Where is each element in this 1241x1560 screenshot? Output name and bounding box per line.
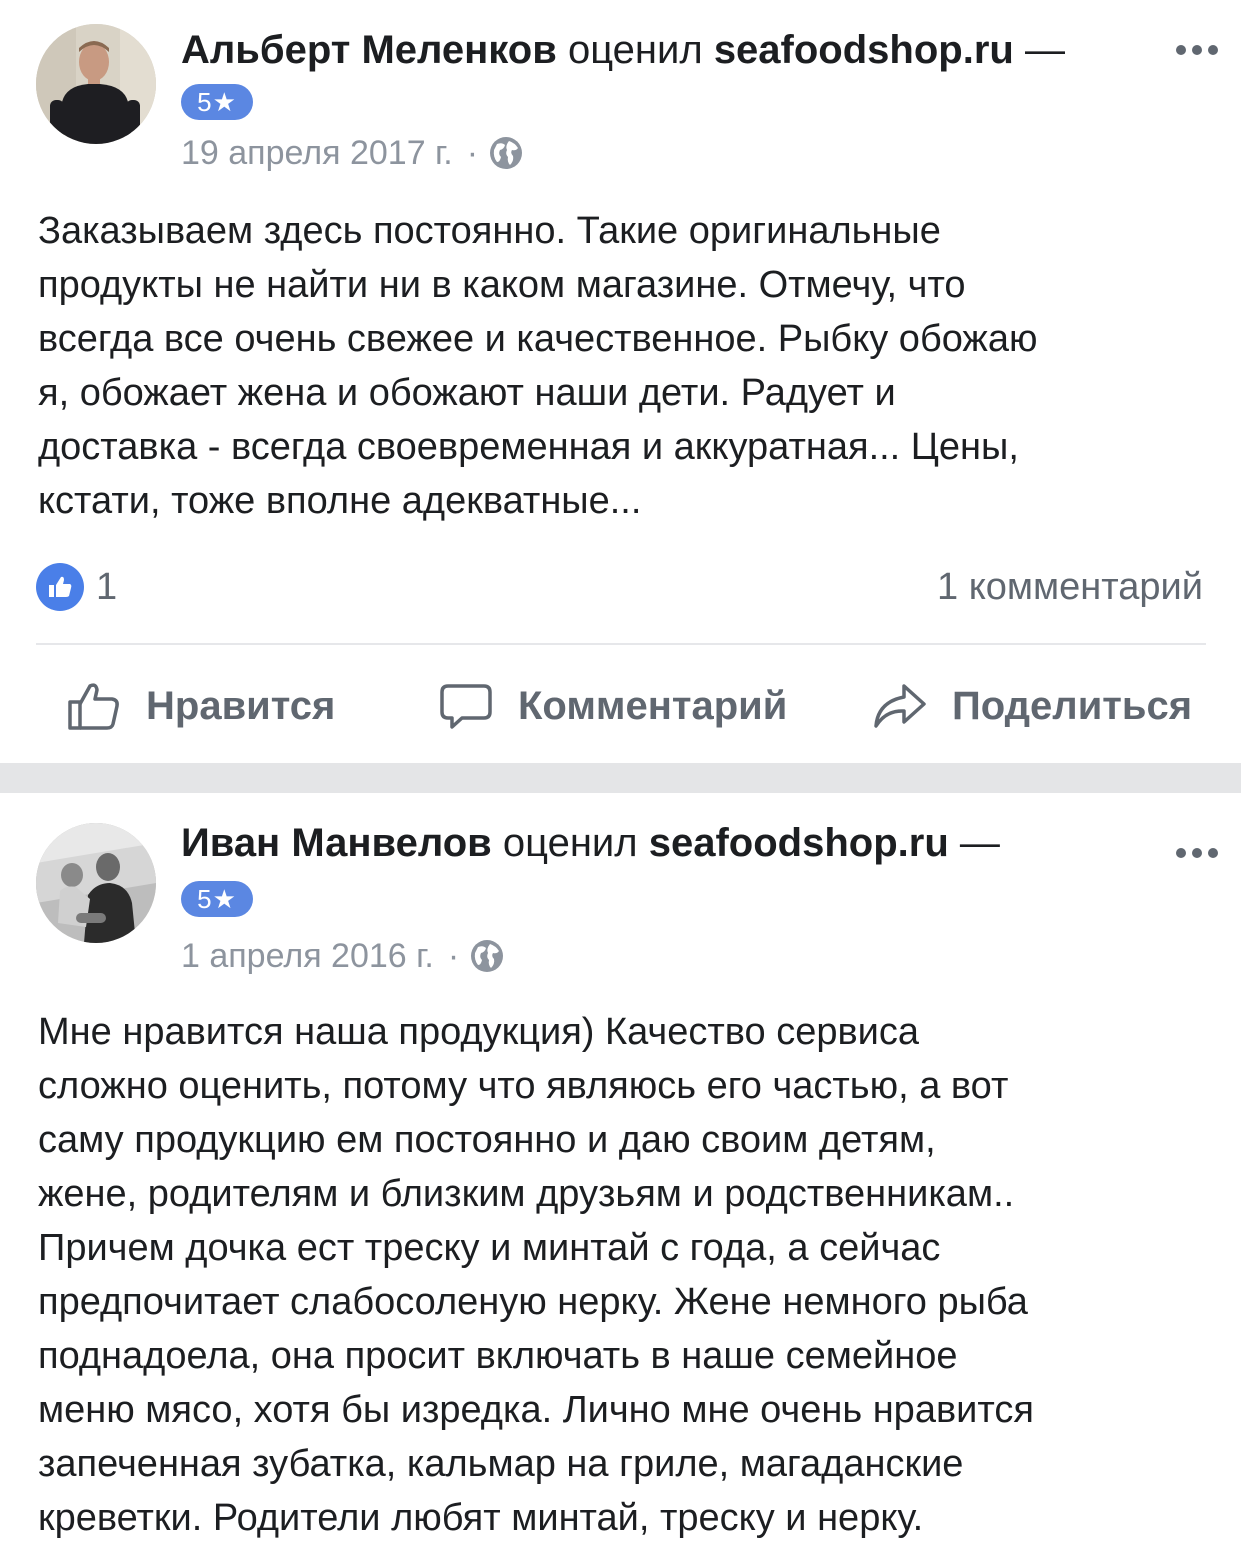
comments-count[interactable]: 1 комментарий bbox=[937, 563, 1203, 611]
globe-icon[interactable] bbox=[469, 938, 505, 974]
author-name[interactable]: Иван Манвелов bbox=[181, 821, 492, 865]
more-options-icon[interactable] bbox=[1175, 40, 1219, 60]
comment-bubble-icon bbox=[440, 684, 492, 729]
feed-separator bbox=[0, 763, 1241, 793]
post-date[interactable]: 19 апреля 2017 г. bbox=[181, 132, 453, 174]
like-button[interactable]: Нравится bbox=[66, 670, 335, 742]
rated-verb: оценил bbox=[502, 821, 638, 865]
reactions-summary[interactable]: 1 bbox=[36, 563, 117, 611]
meta-separator: · bbox=[466, 134, 479, 172]
avatar[interactable] bbox=[36, 24, 156, 144]
post-meta: 1 апреля 2016 г. · bbox=[181, 935, 505, 977]
like-reaction-icon bbox=[36, 563, 84, 611]
review-post: Иван Манвелов оценил seafoodshop.ru — 5★… bbox=[0, 793, 1241, 1560]
review-header: Иван Манвелов оценил seafoodshop.ru — bbox=[181, 819, 1000, 867]
divider bbox=[36, 643, 1206, 645]
review-text: Мне нравится наша продукция) Качество се… bbox=[38, 1011, 1034, 1539]
share-button[interactable]: Поделиться bbox=[872, 670, 1192, 742]
meta-separator: · bbox=[447, 937, 460, 975]
review-header: Альберт Меленков оценил seafoodshop.ru — bbox=[181, 26, 1065, 74]
rating-badge: 5★ bbox=[181, 84, 253, 120]
share-label: Поделиться bbox=[952, 683, 1193, 728]
page-link[interactable]: seafoodshop.ru bbox=[714, 28, 1014, 72]
likes-count: 1 bbox=[96, 565, 118, 608]
review-text: Заказываем здесь постоянно. Такие оригин… bbox=[38, 210, 1038, 522]
thumbs-up-icon bbox=[68, 683, 119, 730]
post-meta: 19 апреля 2017 г. · bbox=[181, 132, 524, 174]
action-bar: Нравится Комментарий Поделиться bbox=[0, 670, 1241, 742]
comment-label: Комментарий bbox=[518, 683, 788, 728]
author-name[interactable]: Альберт Меленков bbox=[181, 28, 557, 72]
rating-badge: 5★ bbox=[181, 881, 253, 917]
more-options-icon[interactable] bbox=[1175, 843, 1219, 863]
header-dash: — bbox=[959, 821, 1000, 865]
review-post: Альберт Меленков оценил seafoodshop.ru —… bbox=[0, 0, 1241, 763]
avatar[interactable] bbox=[36, 823, 156, 943]
post-date[interactable]: 1 апреля 2016 г. bbox=[181, 935, 434, 977]
share-arrow-icon bbox=[874, 684, 926, 728]
header-dash: — bbox=[1024, 28, 1065, 72]
globe-icon[interactable] bbox=[488, 135, 524, 171]
like-label: Нравится bbox=[146, 683, 336, 728]
page-link[interactable]: seafoodshop.ru bbox=[649, 821, 949, 865]
comment-button[interactable]: Комментарий bbox=[438, 670, 787, 742]
rated-verb: оценил bbox=[567, 28, 703, 72]
